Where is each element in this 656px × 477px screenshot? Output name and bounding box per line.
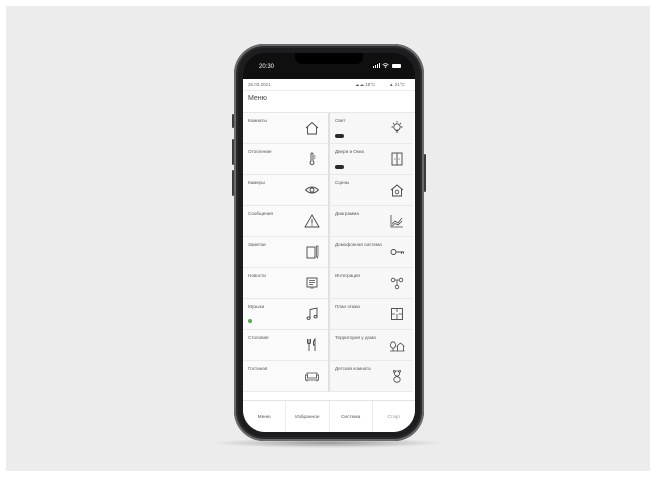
- tile-diagram[interactable]: Диаграмма: [328, 206, 413, 237]
- tile-label: План этажа: [335, 304, 360, 309]
- notch: [295, 53, 363, 64]
- tile-label: Свет: [335, 118, 346, 123]
- house-tree-icon: [389, 337, 405, 353]
- floorplan-icon: [389, 306, 405, 322]
- tile-news[interactable]: Новости: [243, 268, 328, 299]
- tile-music[interactable]: Музыка: [243, 299, 328, 330]
- wifi-icon: [382, 63, 389, 68]
- tile-integration[interactable]: Интеграция: [328, 268, 413, 299]
- menu-grid: Комнаты Свет Отопление Двери и Окна Каме…: [243, 112, 415, 401]
- notes-icon: [304, 244, 320, 260]
- thermometer-icon: [304, 151, 320, 167]
- tile-label: Комнаты: [248, 118, 267, 123]
- tile-doors-windows[interactable]: Двери и Окна: [328, 144, 413, 175]
- tile-label: Гостиная: [248, 366, 268, 371]
- signal-icon: [373, 63, 380, 68]
- tile-floor-plan[interactable]: План этажа: [328, 299, 413, 330]
- tile-label: Камеры: [248, 180, 265, 185]
- tile-notes[interactable]: Заметки: [243, 237, 328, 268]
- mute-switch: [232, 114, 234, 128]
- phone-frame: 20:30 26.03.2021 ☁☁ 18°C ▲ 21°C Меню Ком…: [232, 44, 426, 441]
- cutlery-icon: [304, 337, 320, 353]
- teddy-icon: [389, 368, 405, 384]
- tab-favorites[interactable]: Избранное: [286, 401, 330, 432]
- status-dot: [248, 319, 252, 323]
- tile-living-room[interactable]: Гостиная: [243, 361, 328, 392]
- tab-system[interactable]: Система: [330, 401, 373, 432]
- info-bar: 26.03.2021 ☁☁ 18°C ▲ 21°C: [243, 79, 415, 91]
- status-bar: 20:30: [243, 53, 415, 79]
- tile-cameras[interactable]: Камеры: [243, 175, 328, 206]
- volume-down-button: [232, 170, 234, 196]
- home-icon: [304, 120, 320, 136]
- tile-label: Домофонная система: [335, 242, 382, 247]
- key-icon: [389, 244, 405, 260]
- tile-light[interactable]: Свет: [328, 113, 413, 144]
- eye-icon: [304, 182, 320, 198]
- tile-label: Новости: [248, 273, 266, 278]
- count-badge: [335, 165, 344, 169]
- tab-menu[interactable]: Меню: [243, 401, 287, 432]
- battery-icon: [392, 63, 401, 68]
- tile-label: Столовая: [248, 335, 269, 340]
- volume-up-button: [232, 139, 234, 165]
- tile-label: Территория у дома: [335, 335, 376, 340]
- tile-label: Детская комната: [335, 366, 371, 371]
- status-icons: [373, 63, 401, 68]
- tile-label: Сцены: [335, 180, 350, 185]
- lightbulb-icon: [389, 120, 405, 136]
- tile-dining-room[interactable]: Столовая: [243, 330, 328, 361]
- date-text: 26.03.2021: [248, 82, 271, 87]
- tab-start[interactable]: Старт: [373, 401, 415, 432]
- power-button: [424, 154, 426, 192]
- tile-intercom[interactable]: Домофонная система: [328, 237, 413, 268]
- chart-icon: [389, 213, 405, 229]
- page-title: Меню: [248, 95, 267, 102]
- warning-icon: [304, 213, 320, 229]
- tile-messages[interactable]: Сообщения: [243, 206, 328, 237]
- integration-icon: [389, 275, 405, 291]
- app-window: 26.03.2021 ☁☁ 18°C ▲ 21°C Меню Комнаты С…: [243, 79, 415, 432]
- tile-rooms[interactable]: Комнаты: [243, 113, 328, 144]
- tile-scenes[interactable]: Сцены: [328, 175, 413, 206]
- sofa-icon: [304, 368, 320, 384]
- tab-bar: Меню Избранное Система Старт: [243, 400, 415, 432]
- tile-label: Двери и Окна: [335, 149, 364, 154]
- tile-yard[interactable]: Территория у дома: [328, 330, 413, 361]
- phone-screen: 20:30 26.03.2021 ☁☁ 18°C ▲ 21°C Меню Ком…: [243, 53, 415, 432]
- status-time: 20:30: [259, 64, 275, 70]
- news-icon: [304, 275, 320, 291]
- count-badge: [335, 134, 344, 138]
- tile-label: Отопление: [248, 149, 272, 154]
- house-scene-icon: [389, 182, 405, 198]
- tile-label: Сообщения: [248, 211, 273, 216]
- tile-heating[interactable]: Отопление: [243, 144, 328, 175]
- weather-indoor: ▲ 21°C: [389, 82, 405, 87]
- window-icon: [389, 151, 405, 167]
- weather-outdoor: ☁☁ 18°C: [355, 82, 376, 87]
- tile-kids-room[interactable]: Детская комната: [328, 361, 413, 392]
- music-icon: [304, 306, 320, 322]
- tile-label: Диаграмма: [335, 211, 359, 216]
- tile-label: Музыка: [248, 304, 265, 309]
- tile-label: Заметки: [248, 242, 266, 247]
- tile-label: Интеграция: [335, 273, 360, 278]
